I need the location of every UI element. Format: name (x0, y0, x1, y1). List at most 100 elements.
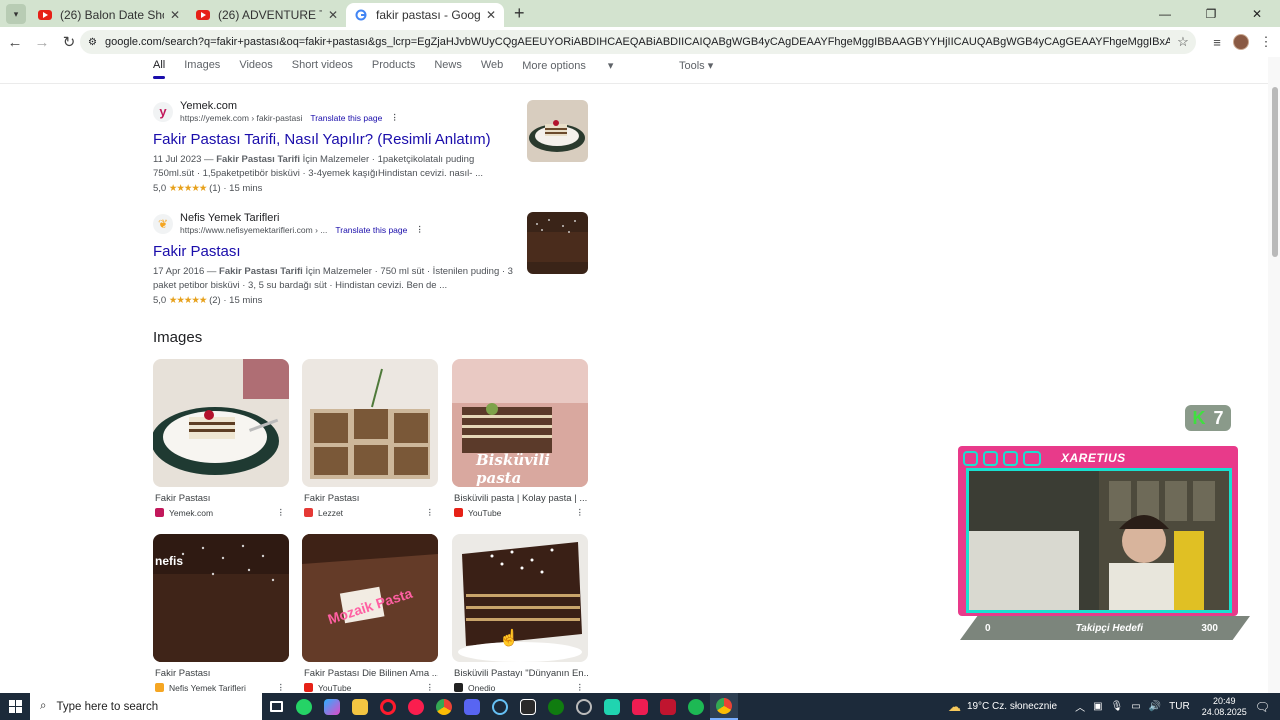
more-menu-icon[interactable]: ⋮ (1254, 30, 1278, 54)
more-icon[interactable]: ⋮ (426, 507, 435, 518)
tab-all[interactable]: All (153, 59, 166, 79)
back-icon[interactable]: ← (3, 30, 27, 54)
xbox-icon[interactable] (542, 693, 570, 720)
image-thumbnail[interactable]: nefis (153, 534, 289, 662)
close-icon[interactable]: ✕ (486, 8, 496, 22)
close-window-icon[interactable]: ✕ (1234, 0, 1280, 27)
epic-games-icon[interactable] (514, 693, 542, 720)
opera-gx-icon[interactable] (402, 693, 430, 720)
image-caption[interactable]: Bisküvili pasta | Kolay pasta | ... (452, 493, 588, 504)
chrome-active-icon[interactable] (710, 693, 738, 720)
minimize-icon[interactable]: — (1142, 0, 1188, 27)
result-title[interactable]: Fakir Pastası (153, 243, 513, 260)
forward-icon[interactable]: → (30, 30, 54, 54)
more-icon[interactable]: ⋮ (576, 682, 585, 693)
image-thumbnail[interactable]: Mozaik Pasta (302, 534, 438, 662)
more-icon[interactable]: ⋮ (415, 224, 424, 235)
windows-start-icon[interactable] (0, 693, 30, 720)
tools-button[interactable]: Tools ▾ (679, 59, 713, 72)
tab-news[interactable]: News (434, 59, 462, 72)
image-thumbnail[interactable] (153, 359, 289, 487)
image-card[interactable]: Bisküvili pasta Bisküvili pasta | Kolay … (452, 359, 588, 518)
image-card[interactable]: Fakir Pastası Lezzet ⋮ (302, 359, 438, 518)
more-icon[interactable]: ⋮ (277, 682, 286, 693)
restore-icon[interactable]: ❐ (1188, 0, 1234, 27)
tab-products[interactable]: Products (372, 59, 415, 72)
clock[interactable]: 20:49 24.08.2025 (1202, 696, 1247, 718)
result-title[interactable]: Fakir Pastası Tarifi, Nasıl Yapılır? (Re… (153, 131, 513, 148)
image-card[interactable]: Mozaik Pasta Fakir Pastası Die Bilinen A… (302, 534, 438, 693)
spotify-icon[interactable] (682, 693, 710, 720)
reload-icon[interactable]: ↻ (57, 30, 81, 54)
translate-link[interactable]: Translate this page (310, 113, 382, 123)
notifications-icon[interactable]: 🗨 (1255, 700, 1270, 714)
chrome-icon[interactable] (430, 693, 458, 720)
tab-images[interactable]: Images (184, 59, 220, 72)
close-icon[interactable]: ✕ (170, 8, 180, 22)
tab-more-options[interactable]: More options ▾ (522, 59, 613, 72)
weather-icon[interactable]: ☁ (948, 699, 961, 715)
image-caption[interactable]: Fakir Pastası (153, 668, 289, 679)
streamer-name: XARETIUS (1061, 451, 1126, 465)
microphone-icon[interactable]: 🎙 (1111, 701, 1124, 712)
image-thumbnail[interactable] (452, 534, 588, 662)
discord-icon[interactable] (458, 693, 486, 720)
more-icon[interactable]: ⋮ (277, 507, 286, 518)
translate-link[interactable]: Translate this page (335, 225, 407, 235)
tab-3[interactable]: fakir pastası - Google Search ✕ (346, 3, 504, 27)
more-icon[interactable]: ⋮ (390, 112, 399, 123)
url-text: google.com/search?q=fakir+pastası&oq=fak… (104, 36, 1170, 48)
tab-2[interactable]: (26) ADVENTURE TIME | Kış İşçi ✕ (188, 3, 346, 27)
image-thumbnail[interactable] (302, 359, 438, 487)
bookmark-star-icon[interactable]: ☆ (1170, 34, 1196, 50)
more-icon[interactable]: ⋮ (426, 682, 435, 693)
follower-goal-bar: 0 Takipçi Hedefi 300 (960, 616, 1250, 640)
network-icon[interactable]: ▣ (1093, 701, 1102, 712)
wifi-icon[interactable]: ▭ (1131, 701, 1140, 712)
tab-videos[interactable]: Videos (239, 59, 272, 72)
tab-1[interactable]: (26) Balon Date Show 8. Bölüm ✕ (30, 3, 188, 27)
result-thumbnail[interactable] (527, 212, 588, 274)
opera-icon[interactable] (374, 693, 402, 720)
tiktok-icon[interactable] (626, 693, 654, 720)
task-view-icon[interactable] (262, 693, 290, 720)
image-caption[interactable]: Bisküvili Pastayı "Dünyanın En... (452, 668, 588, 679)
scrollbar-thumb[interactable] (1272, 87, 1278, 257)
image-thumbnail[interactable]: Bisküvili pasta (452, 359, 588, 487)
image-card[interactable]: Fakir Pastası Yemek.com ⋮ (153, 359, 289, 518)
file-explorer-icon[interactable] (346, 693, 374, 720)
image-card[interactable]: Bisküvili Pastayı "Dünyanın En... Onedio… (452, 534, 588, 693)
app-icon[interactable] (570, 693, 598, 720)
profile-avatar[interactable] (1229, 30, 1253, 54)
voicemod-icon[interactable] (654, 693, 682, 720)
steam-icon[interactable] (486, 693, 514, 720)
volume-icon[interactable]: 🔊 (1149, 701, 1161, 712)
weather-text[interactable]: 19°C Cz. słonecznie (967, 701, 1057, 712)
site-info-icon[interactable]: ⚙ (88, 37, 97, 48)
media-controls-icon[interactable]: ≡ (1205, 30, 1229, 54)
tab-web[interactable]: Web (481, 59, 503, 72)
new-tab-icon[interactable]: + (514, 3, 525, 24)
image-caption[interactable]: Fakir Pastası (302, 493, 438, 504)
image-card[interactable]: nefis Fakir Pastası Nefis Yemek Tarifler… (153, 534, 289, 693)
mouse-cursor-icon: ☝ (499, 630, 519, 647)
tray-chevron-icon[interactable]: ︿ (1075, 699, 1085, 714)
close-icon[interactable]: ✕ (328, 8, 338, 22)
result-url: https://yemek.com › fakir-pastasi (180, 112, 303, 123)
image-source: YouTube ⋮ (302, 682, 438, 693)
tiktok-live-icon[interactable] (598, 693, 626, 720)
more-icon[interactable]: ⋮ (576, 507, 585, 518)
image-caption[interactable]: Fakir Pastası (153, 493, 289, 504)
language-indicator[interactable]: TUR (1169, 701, 1190, 712)
copilot-icon[interactable] (318, 693, 346, 720)
tab-short-videos[interactable]: Short videos (292, 59, 353, 72)
result-thumbnail[interactable] (527, 100, 588, 162)
taskbar-search-box[interactable]: ⌕ Type here to search (30, 693, 262, 720)
youtube-icon (304, 683, 313, 692)
tab-search-button[interactable]: ▾ (6, 4, 26, 24)
page-scrollbar[interactable] (1268, 57, 1280, 693)
image-source: YouTube ⋮ (452, 507, 588, 518)
image-caption[interactable]: Fakir Pastası Die Bilinen Ama ... (302, 668, 438, 679)
whatsapp-icon[interactable] (290, 693, 318, 720)
address-bar[interactable]: ⚙ google.com/search?q=fakir+pastası&oq=f… (80, 30, 1196, 54)
